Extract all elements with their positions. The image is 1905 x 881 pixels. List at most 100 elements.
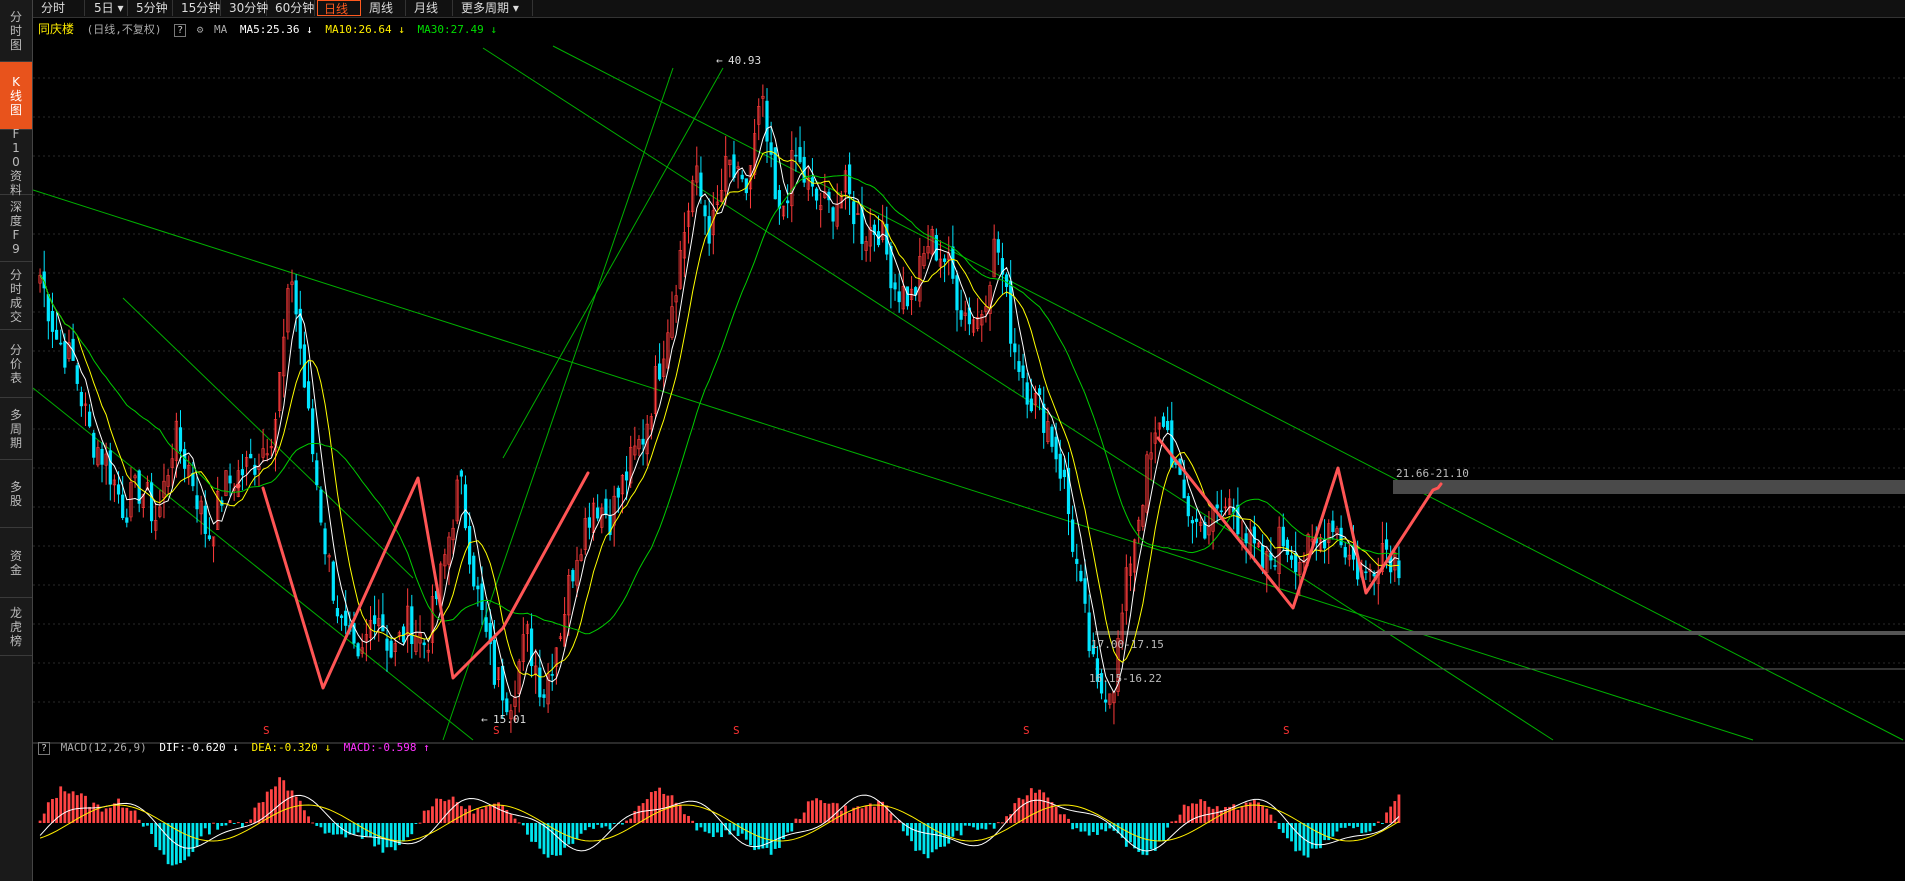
- candle-body: [92, 432, 96, 458]
- sidebar-tab-label: K线图: [9, 74, 22, 117]
- macd-bar: [629, 818, 633, 823]
- candle-body: [75, 365, 79, 384]
- macd-help-button[interactable]: ?: [38, 742, 51, 755]
- gear-icon[interactable]: ⚙: [197, 23, 204, 36]
- candle-body: [323, 528, 327, 555]
- stock-name[interactable]: 同庆楼: [38, 22, 74, 36]
- candle-body: [1190, 520, 1195, 524]
- period-tab-7[interactable]: 周线: [363, 0, 406, 16]
- macd-bar: [468, 805, 472, 823]
- candle-body: [765, 100, 769, 142]
- macd-bar: [575, 823, 579, 840]
- candle-body: [1017, 361, 1021, 372]
- sidebar-tab-5[interactable]: 分价表: [0, 330, 32, 398]
- period-tab-0[interactable]: 分时: [35, 0, 85, 16]
- candle-body: [315, 460, 319, 486]
- help-button[interactable]: ?: [174, 24, 187, 37]
- period-tab-4[interactable]: 30分钟: [223, 0, 268, 16]
- candle-body: [1261, 545, 1265, 569]
- sidebar-tab-6[interactable]: 多周期: [0, 398, 32, 460]
- macd-bar: [769, 823, 773, 855]
- macd-bar: [315, 823, 319, 826]
- macd-bar: [592, 823, 595, 829]
- sidebar-tab-2[interactable]: F10资料: [0, 127, 32, 197]
- macd-bar: [542, 823, 546, 855]
- sidebar-tab-8[interactable]: 资金: [0, 528, 32, 598]
- candle-body: [786, 200, 790, 204]
- macd-bar: [918, 823, 922, 851]
- macd-bar: [951, 823, 955, 837]
- candle-body: [1050, 426, 1054, 447]
- candle-body: [905, 286, 910, 307]
- period-tab-6[interactable]: 日线: [317, 0, 361, 16]
- candle-body: [249, 453, 253, 459]
- dif-line: [39, 794, 1400, 852]
- indicator-name[interactable]: MA: [214, 23, 227, 36]
- macd-bar: [311, 822, 315, 824]
- sidebar-tab-1[interactable]: K线图: [0, 62, 32, 130]
- candle-body: [191, 472, 195, 487]
- candle-body: [798, 147, 802, 163]
- macd-bar: [92, 802, 96, 823]
- macd-bar: [1372, 823, 1376, 826]
- macd-bar: [608, 823, 612, 830]
- macd-bar: [1087, 823, 1091, 836]
- candle-body: [794, 154, 798, 157]
- macd-bar: [1042, 792, 1046, 823]
- macd-bar: [472, 813, 476, 823]
- candle-body: [1037, 388, 1042, 395]
- macd-bar: [406, 823, 410, 838]
- sidebar-tab-9[interactable]: 龙虎榜: [0, 598, 32, 656]
- macd-bar: [1323, 823, 1326, 841]
- sidebar-tab-0[interactable]: 分时图: [0, 0, 32, 62]
- period-tab-2[interactable]: 5分钟: [130, 0, 173, 16]
- candle-body: [1289, 555, 1294, 560]
- period-tab-5[interactable]: 60分钟: [269, 0, 315, 16]
- dif-value: DIF:-0.620: [159, 741, 226, 754]
- macd-bar: [517, 822, 521, 824]
- macd-bar: [274, 786, 277, 823]
- macd-bar: [877, 801, 880, 823]
- macd-name[interactable]: MACD(12,26,9): [61, 741, 147, 754]
- macd-bar: [327, 823, 331, 833]
- macd-bar: [980, 823, 984, 829]
- macd-bar: [63, 791, 67, 823]
- candle-body: [207, 535, 212, 540]
- candle-body: [178, 427, 183, 452]
- candle-body: [897, 291, 901, 303]
- macd-bar: [1050, 802, 1054, 823]
- candle-body: [385, 638, 389, 651]
- candle-body: [1384, 539, 1389, 550]
- signal-marker: S: [1283, 724, 1290, 737]
- macd-bar: [414, 823, 418, 824]
- macd-bar: [703, 823, 707, 832]
- candle-body: [658, 363, 662, 380]
- sidebar-tab-3[interactable]: 深度F9: [0, 195, 32, 262]
- macd-bar: [245, 822, 248, 824]
- sidebar-tab-7[interactable]: 多股: [0, 460, 32, 528]
- macd-bar: [934, 823, 938, 850]
- macd-bar: [773, 823, 777, 849]
- macd-bar: [67, 793, 71, 823]
- period-tab-8[interactable]: 月线: [408, 0, 453, 16]
- candle-body: [1281, 526, 1285, 547]
- period-tab-9[interactable]: 更多周期 ▾: [455, 0, 533, 16]
- macd-bar: [567, 823, 571, 845]
- candle-body: [624, 471, 629, 481]
- period-tab-3[interactable]: 15分钟: [175, 0, 221, 16]
- macd-bar: [278, 777, 282, 823]
- candle-body: [955, 275, 959, 311]
- candle-body: [1219, 510, 1223, 513]
- candle-body: [339, 615, 344, 618]
- macd-bar: [984, 823, 988, 830]
- candle-body: [1252, 526, 1256, 544]
- sidebar-tab-4[interactable]: 分时成交: [0, 262, 32, 330]
- candle-body: [1364, 571, 1368, 574]
- macd-bar: [654, 791, 657, 823]
- sidebar-tab-label: 分时图: [9, 9, 22, 52]
- macd-bar: [236, 822, 240, 824]
- macd-bar: [1182, 804, 1186, 823]
- period-tab-1[interactable]: 5日 ▾: [88, 0, 128, 16]
- candle-body: [116, 484, 121, 495]
- support-zone: [1095, 631, 1905, 635]
